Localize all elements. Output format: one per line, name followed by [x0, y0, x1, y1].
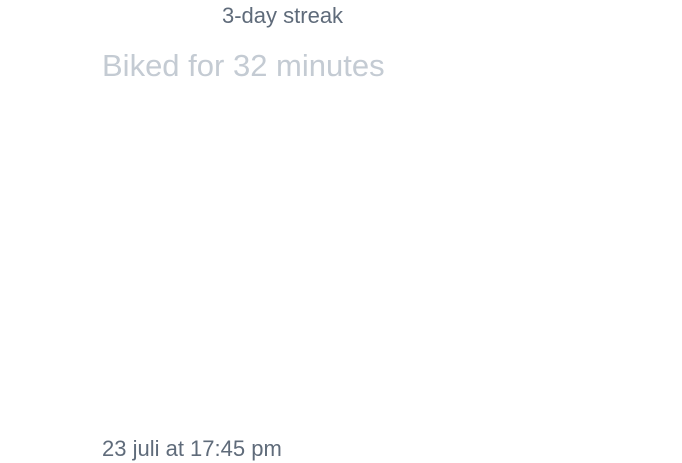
post-timestamp: 23 juli at 17:45 pm	[102, 436, 282, 461]
activity-summary: Biked for 32 minutes	[102, 48, 385, 83]
streak-label: 3-day streak	[222, 3, 344, 28]
